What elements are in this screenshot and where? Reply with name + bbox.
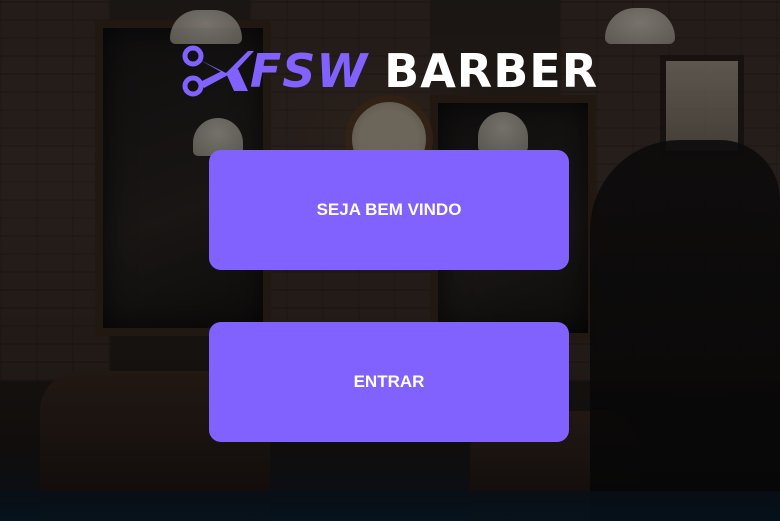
enter-button[interactable]: ENTRAR bbox=[209, 322, 569, 442]
brand-name-barber: BARBER bbox=[384, 44, 599, 98]
brand-name-fsw: FSW bbox=[249, 44, 369, 98]
login-screen: FSW BARBER SEJA BEM VINDO ENTRAR bbox=[0, 0, 780, 521]
enter-button-label: ENTRAR bbox=[353, 372, 425, 391]
welcome-button[interactable]: SEJA BEM VINDO bbox=[209, 150, 569, 270]
scissors-icon bbox=[182, 45, 254, 97]
app-logo: FSW BARBER bbox=[0, 43, 780, 99]
welcome-button-label: SEJA BEM VINDO bbox=[316, 200, 462, 219]
